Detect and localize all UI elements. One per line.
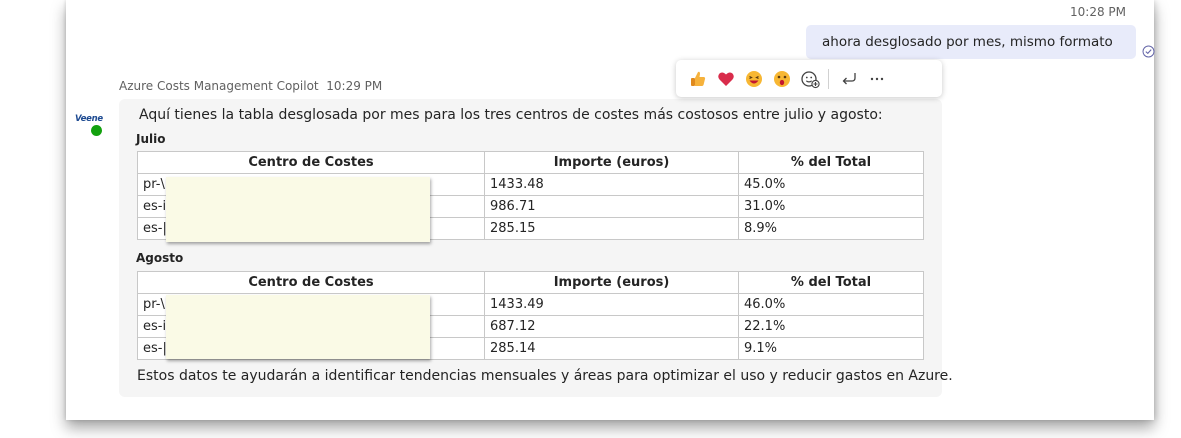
bot-message-bubble[interactable]: Aquí tienes la tabla desglosada por mes …: [119, 99, 953, 397]
reply-icon[interactable]: [835, 65, 863, 93]
column-header: Importe (euros): [484, 271, 739, 294]
column-header: Centro de Costes: [137, 151, 485, 174]
chat-window: 10:28 PM ahora desglosado por mes, mismo…: [66, 0, 1155, 420]
amount-cell: 687.12: [484, 315, 739, 338]
avatar-logo-text: Veene: [75, 114, 103, 124]
sender-name: Azure Costs Management Copilot: [119, 79, 319, 93]
percent-cell: 45.0%: [738, 173, 924, 196]
laughing-icon[interactable]: [740, 65, 768, 93]
bot-message-header: Azure Costs Management Copilot 10:29 PM: [119, 79, 382, 93]
user-message-bubble[interactable]: ahora desglosado por mes, mismo formato: [806, 25, 1136, 59]
more-options-icon[interactable]: [863, 65, 891, 93]
bot-closing-text: Estos datos te ayudarán a identificar te…: [137, 368, 953, 384]
surprised-icon[interactable]: [768, 65, 796, 93]
table-header-row: Centro de Costes Importe (euros) % del T…: [137, 151, 924, 174]
add-reaction-icon[interactable]: [796, 65, 824, 93]
column-header: Importe (euros): [484, 151, 739, 174]
redaction-overlay: [166, 295, 430, 359]
table-header-row: Centro de Costes Importe (euros) % del T…: [137, 271, 924, 294]
redaction-overlay: [166, 177, 430, 242]
bot-message-time: 10:29 PM: [326, 79, 383, 93]
user-message-text: ahora desglosado por mes, mismo formato: [822, 34, 1113, 50]
reaction-toolbar: [676, 60, 942, 97]
amount-cell: 1433.48: [484, 173, 739, 196]
percent-cell: 22.1%: [738, 315, 924, 338]
table-heading-agosto: Agosto: [136, 251, 184, 265]
amount-cell: 285.14: [484, 337, 739, 360]
column-header: % del Total: [738, 271, 924, 294]
heart-icon[interactable]: [712, 65, 740, 93]
message-seen-icon: [1142, 45, 1155, 58]
percent-cell: 31.0%: [738, 195, 924, 218]
presence-available-icon: [90, 124, 103, 137]
amount-cell: 1433.49: [484, 293, 739, 316]
bot-intro-text: Aquí tienes la tabla desglosada por mes …: [139, 107, 883, 123]
amount-cell: 986.71: [484, 195, 739, 218]
column-header: Centro de Costes: [137, 271, 485, 294]
thumbs-up-icon[interactable]: [684, 65, 712, 93]
percent-cell: 8.9%: [738, 217, 924, 240]
user-message-time: 10:28 PM: [1070, 5, 1126, 19]
amount-cell: 285.15: [484, 217, 739, 240]
percent-cell: 46.0%: [738, 293, 924, 316]
table-heading-julio: Julio: [136, 132, 166, 146]
bot-avatar[interactable]: Veene: [74, 108, 103, 137]
percent-cell: 9.1%: [738, 337, 924, 360]
column-header: % del Total: [738, 151, 924, 174]
toolbar-divider: [828, 68, 829, 89]
